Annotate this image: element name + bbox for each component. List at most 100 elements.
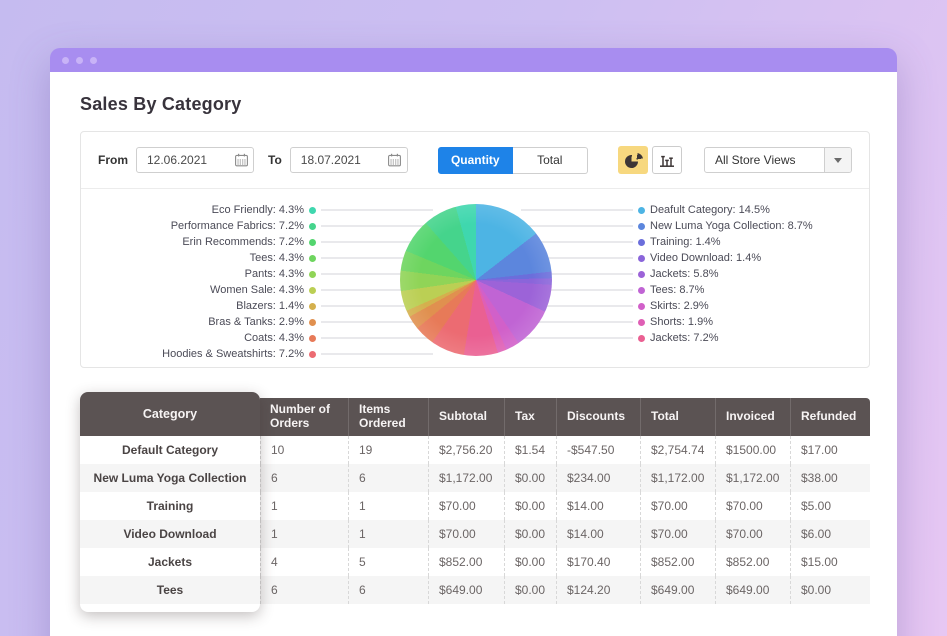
column-header-items-ordered: Items Ordered	[348, 398, 428, 436]
table-cell: $852.00	[640, 548, 715, 576]
table-cell: $852.00	[428, 548, 504, 576]
legend-right: Deafult Category: 14.5% New Luma Yoga Co…	[521, 202, 869, 346]
table-cell: $2,754.74	[640, 436, 715, 464]
legend-dot-icon	[309, 351, 316, 358]
window-dot-icon[interactable]	[90, 57, 97, 64]
category-cell: Video Download	[80, 520, 260, 548]
legend-label: Bras & Tanks: 2.9%	[81, 316, 304, 328]
legend-item: Hoodies & Sweatshirts: 7.2%	[81, 346, 433, 362]
legend-item: Blazers: 1.4%	[81, 298, 433, 314]
legend-item: Bras & Tanks: 2.9%	[81, 314, 433, 330]
store-view-select[interactable]: All Store Views	[704, 147, 852, 173]
from-label: From	[98, 153, 128, 167]
window-dot-icon[interactable]	[62, 57, 69, 64]
legend-label: Erin Recommends: 7.2%	[81, 236, 304, 248]
table-cell: $0.00	[504, 548, 556, 576]
legend-dot-icon	[638, 335, 645, 342]
table-cell: $70.00	[640, 492, 715, 520]
legend-item: Jackets: 5.8%	[521, 266, 869, 282]
legend-item: Performance Fabrics: 7.2%	[81, 218, 433, 234]
legend-dot-icon	[309, 239, 316, 246]
legend-connector-line	[321, 353, 433, 355]
pie-chart-view-button[interactable]	[618, 146, 648, 174]
table-cell: 6	[348, 464, 428, 492]
table-cell: $649.00	[715, 576, 790, 604]
table-cell: $70.00	[715, 492, 790, 520]
legend-dot-icon	[309, 287, 316, 294]
column-header-total: Total	[640, 398, 715, 436]
legend-dot-icon	[309, 319, 316, 326]
legend-dot-icon	[309, 335, 316, 342]
legend-dot-icon	[638, 207, 645, 214]
dropdown-caret-box[interactable]	[824, 148, 851, 172]
legend-item: Skirts: 2.9%	[521, 298, 869, 314]
table-cell: 1	[260, 492, 348, 520]
chevron-down-icon	[834, 158, 842, 163]
legend-label: Jackets: 5.8%	[650, 268, 869, 280]
column-header-tax: Tax	[504, 398, 556, 436]
legend-item: New Luma Yoga Collection: 8.7%	[521, 218, 869, 234]
table-cell: 4	[260, 548, 348, 576]
table-cell: $70.00	[640, 520, 715, 548]
column-header-refunded: Refunded	[790, 398, 870, 436]
table-cell: 6	[348, 576, 428, 604]
calendar-icon[interactable]	[229, 153, 253, 167]
report-window: Sales By Category From 12.06.2021	[50, 48, 897, 636]
bar-chart-view-button[interactable]	[652, 146, 682, 174]
table-cell: $14.00	[556, 492, 640, 520]
calendar-icon[interactable]	[383, 153, 407, 167]
legend-label: Eco Friendly: 4.3%	[81, 204, 304, 216]
table-cell: $852.00	[715, 548, 790, 576]
pie-chart	[400, 204, 552, 356]
legend-item: Erin Recommends: 7.2%	[81, 234, 433, 250]
legend-item: Training: 1.4%	[521, 234, 869, 250]
column-header-discounts: Discounts	[556, 398, 640, 436]
table-cell: $70.00	[715, 520, 790, 548]
table-cell: $0.00	[504, 520, 556, 548]
legend-connector-line	[521, 225, 633, 227]
window-titlebar	[50, 48, 897, 72]
legend-connector-line	[521, 209, 633, 211]
legend-item: Deafult Category: 14.5%	[521, 202, 869, 218]
legend-label: Deafult Category: 14.5%	[650, 204, 869, 216]
legend-dot-icon	[309, 271, 316, 278]
table-cell: 1	[348, 492, 428, 520]
from-date-input[interactable]: 12.06.2021	[136, 147, 254, 173]
legend-item: Coats: 4.3%	[81, 330, 433, 346]
table-cell: $17.00	[790, 436, 870, 464]
legend-dot-icon	[309, 255, 316, 262]
legend-label: Hoodies & Sweatshirts: 7.2%	[81, 348, 304, 360]
total-toggle-button[interactable]: Total	[513, 147, 588, 174]
table-cell: $6.00	[790, 520, 870, 548]
legend-connector-line	[321, 225, 433, 227]
category-cell: Tees	[80, 576, 260, 604]
column-header-category: Category	[80, 392, 260, 436]
from-date-value: 12.06.2021	[137, 153, 229, 167]
column-header-subtotal: Subtotal	[428, 398, 504, 436]
sales-table-grid: Number of Orders Items Ordered Subtotal …	[260, 398, 870, 604]
page-title: Sales By Category	[80, 72, 867, 131]
table-cell: 6	[260, 464, 348, 492]
legend-label: Performance Fabrics: 7.2%	[81, 220, 304, 232]
table-cell: $0.00	[504, 576, 556, 604]
pie-chart-area: Eco Friendly: 4.3% Performance Fabrics: …	[81, 189, 869, 367]
legend-dot-icon	[638, 287, 645, 294]
legend-label: Women Sale: 4.3%	[81, 284, 304, 296]
category-column-card: Category Default Category New Luma Yoga …	[80, 392, 260, 612]
table-cell: $124.20	[556, 576, 640, 604]
table-cell: $0.00	[790, 576, 870, 604]
table-cell: $170.40	[556, 548, 640, 576]
quantity-toggle-button[interactable]: Quantity	[438, 147, 513, 174]
to-date-input[interactable]: 18.07.2021	[290, 147, 408, 173]
table-cell: $234.00	[556, 464, 640, 492]
table-cell: $1,172.00	[640, 464, 715, 492]
table-cell: -$547.50	[556, 436, 640, 464]
metric-toggle: Quantity Total	[438, 147, 588, 174]
legend-item: Video Download: 1.4%	[521, 250, 869, 266]
table-cell: $14.00	[556, 520, 640, 548]
legend-label: Tees: 4.3%	[81, 252, 304, 264]
window-dot-icon[interactable]	[76, 57, 83, 64]
legend-label: Shorts: 1.9%	[650, 316, 869, 328]
legend-label: Coats: 4.3%	[81, 332, 304, 344]
legend-dot-icon	[309, 303, 316, 310]
